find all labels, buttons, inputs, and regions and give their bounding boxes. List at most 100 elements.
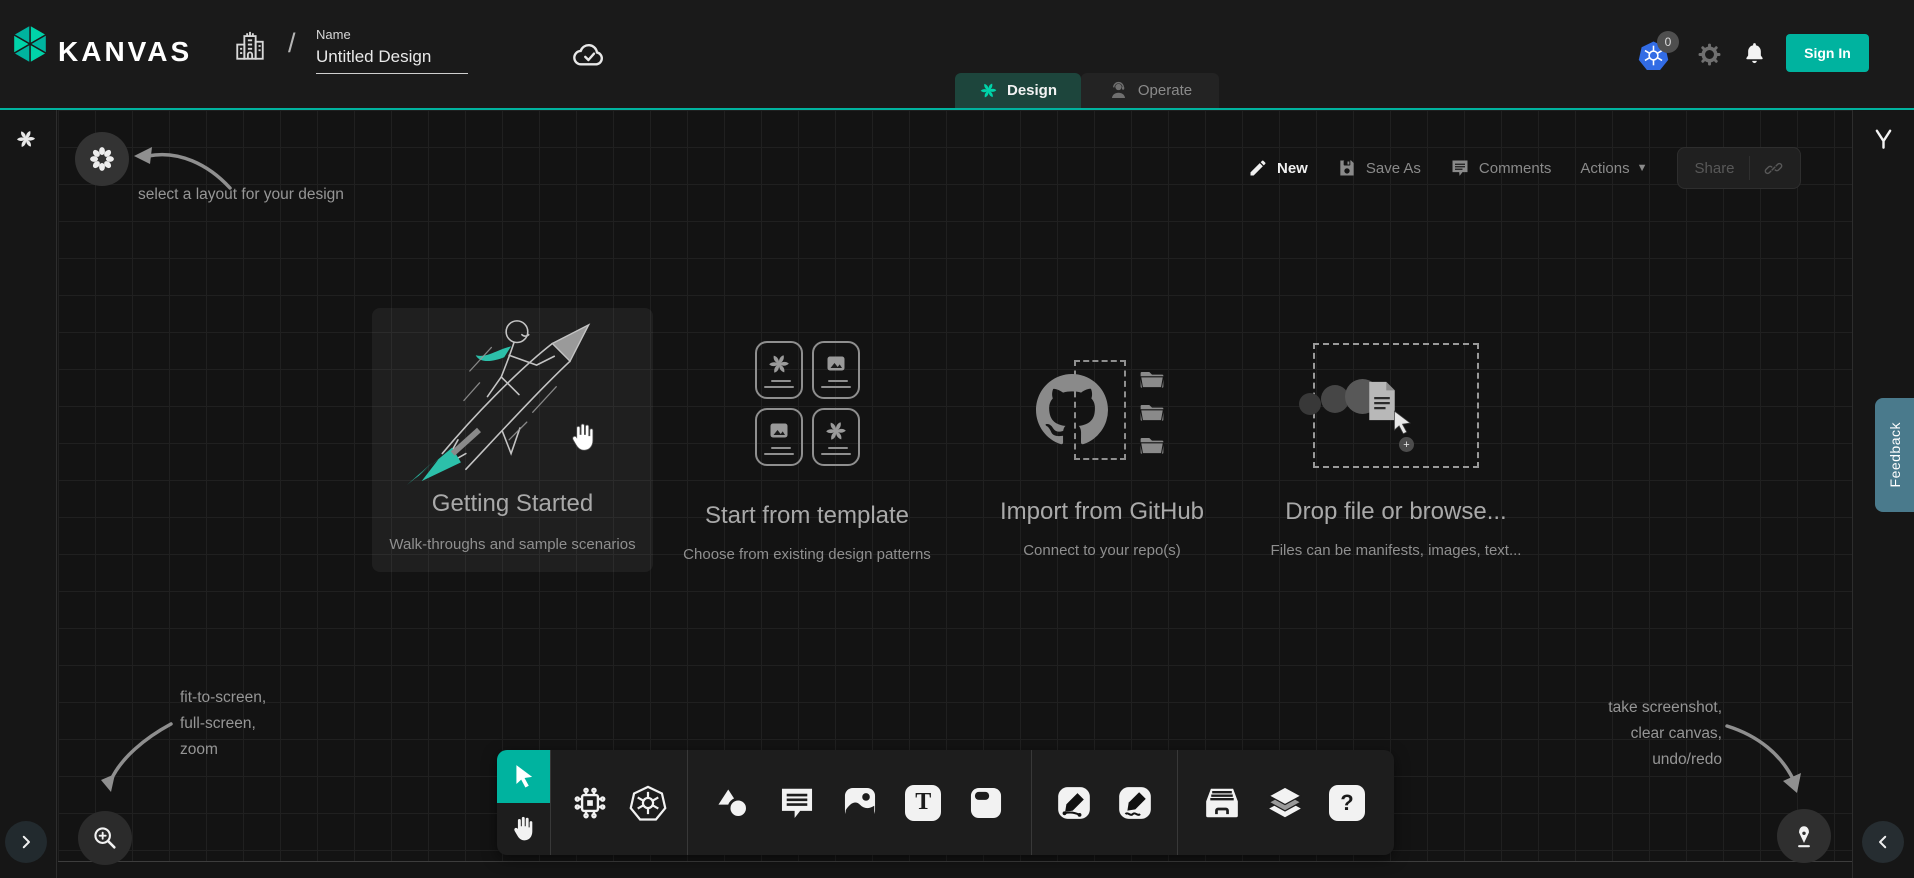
comment-tool-button[interactable] — [778, 784, 816, 822]
drop-subtitle: Files can be manifests, images, text... — [1271, 542, 1522, 559]
image-thumb-icon — [824, 352, 848, 376]
repo-folder-icon — [1136, 366, 1168, 392]
github-octocat-icon — [1036, 374, 1108, 446]
y-logo-icon[interactable] — [1869, 125, 1898, 157]
spiral-thumb-icon — [767, 352, 791, 376]
kubernetes-wheel-icon — [629, 784, 667, 822]
infra-tools-group — [550, 750, 687, 855]
bottom-right-hint: take screenshot, clear canvas, undo/redo — [1542, 695, 1722, 773]
sign-in-button[interactable]: Sign In — [1786, 34, 1869, 72]
component-tool-button[interactable] — [571, 784, 609, 822]
caret-down-icon: ▼ — [1637, 162, 1648, 174]
save-floppy-icon — [1337, 158, 1357, 178]
design-name-label: Name — [316, 27, 468, 42]
magnifier-plus-icon — [91, 824, 119, 852]
github-graphic — [1036, 360, 1168, 465]
hint-undo-redo: undo/redo — [1542, 747, 1722, 773]
component-chip-icon — [571, 784, 609, 822]
spiral-thumb-icon — [824, 419, 848, 443]
template-tile — [755, 408, 803, 466]
pen-path-icon — [1055, 784, 1093, 822]
plus-badge: + — [1399, 437, 1414, 452]
design-name-field: Name Untitled Design — [316, 27, 468, 74]
chevron-left-icon — [1874, 833, 1892, 851]
note-tool-button[interactable] — [967, 784, 1005, 822]
zoom-control-button[interactable] — [78, 811, 132, 865]
expand-left-panel-button[interactable] — [5, 821, 47, 863]
hand-pan-icon — [509, 814, 538, 843]
text-tool-button[interactable]: T — [905, 785, 941, 821]
save-as-label: Save As — [1366, 160, 1421, 177]
share-divider — [1749, 156, 1750, 180]
help-tool-button[interactable]: ? — [1329, 785, 1365, 821]
pencil-icon — [1248, 158, 1268, 178]
template-tile — [812, 408, 860, 466]
github-subtitle: Connect to your repo(s) — [1023, 542, 1181, 559]
new-label: New — [1277, 160, 1308, 177]
drop-zone-graphic: + — [1313, 343, 1479, 468]
card-import-github[interactable]: Import from GitHub Connect to your repo(… — [952, 360, 1252, 559]
draw-tools-group — [1031, 750, 1177, 855]
tab-design-label: Design — [1007, 82, 1057, 99]
kubernetes-count-badge: 0 — [1657, 31, 1679, 53]
new-button[interactable]: New — [1248, 158, 1308, 178]
organization-icon[interactable] — [233, 26, 267, 66]
shapes-tool-button[interactable] — [714, 784, 752, 822]
tab-operate-label: Operate — [1138, 82, 1192, 99]
kanvas-logo-icon[interactable] — [10, 24, 50, 64]
save-as-button[interactable]: Save As — [1337, 158, 1421, 178]
repo-folder-icon — [1136, 432, 1168, 458]
image-icon — [841, 784, 879, 822]
layout-hint-text: select a layout for your design — [138, 186, 468, 204]
template-subtitle: Choose from existing design patterns — [683, 546, 931, 563]
actions-dropdown[interactable]: Actions ▼ — [1580, 160, 1647, 177]
template-title: Start from template — [705, 502, 909, 530]
card-getting-started[interactable]: Getting Started Walk-throughs and sample… — [372, 308, 653, 572]
brand-name: KANVAS — [58, 36, 192, 68]
getting-started-title: Getting Started — [372, 490, 653, 518]
card-drop-file[interactable]: + Drop file or browse... Files can be ma… — [1231, 343, 1561, 559]
tab-operate[interactable]: Operate — [1081, 73, 1219, 108]
drawer-tool-button[interactable] — [1203, 784, 1241, 822]
shapes-icon — [714, 784, 752, 822]
canvas-top-accent — [0, 108, 1914, 110]
settings-gear-icon[interactable] — [1697, 42, 1722, 67]
mode-tabs: Design Operate — [955, 73, 1219, 108]
tab-design[interactable]: Design — [955, 73, 1081, 108]
collapse-right-panel-button[interactable] — [1862, 821, 1904, 863]
chevron-right-icon — [17, 833, 35, 851]
feedback-tab[interactable]: Feedback — [1875, 398, 1914, 512]
annotation-pen-button[interactable] — [1777, 809, 1831, 863]
layout-flower-icon — [88, 145, 116, 173]
card-start-from-template[interactable]: Start from template Choose from existing… — [657, 341, 957, 563]
kubernetes-tool-button[interactable] — [629, 784, 667, 822]
template-tile — [755, 341, 803, 399]
layers-tool-button[interactable] — [1266, 784, 1304, 822]
operate-headset-icon — [1108, 80, 1129, 101]
rocket-doodle-illustration — [400, 314, 630, 486]
design-canvas[interactable]: select a layout for your design New Save… — [58, 110, 1852, 862]
comments-icon — [1450, 158, 1470, 178]
sketch-tool-button[interactable] — [1116, 784, 1154, 822]
pen-nib-icon — [1791, 822, 1817, 850]
github-title: Import from GitHub — [1000, 498, 1204, 526]
pan-tool-button[interactable] — [497, 803, 550, 856]
comment-bubble-icon — [778, 784, 816, 822]
meshery-spiral-icon[interactable] — [15, 128, 37, 150]
hint-clear-canvas: clear canvas, — [1542, 721, 1722, 747]
getting-started-subtitle: Walk-throughs and sample scenarios — [372, 536, 653, 553]
image-tool-button[interactable] — [841, 784, 879, 822]
pen-tool-button[interactable] — [1055, 784, 1093, 822]
text-tool-glyph: T — [915, 789, 931, 816]
kanvas-app: KANVAS / Name Untitled Design 0 — [0, 0, 1914, 878]
comments-button[interactable]: Comments — [1450, 158, 1552, 178]
design-name-input[interactable]: Untitled Design — [316, 47, 468, 74]
template-thumbnails — [755, 341, 860, 466]
share-button[interactable]: Share — [1677, 147, 1801, 189]
left-rail — [0, 110, 57, 878]
select-tool-button[interactable] — [497, 750, 550, 803]
notifications-bell-icon[interactable] — [1742, 40, 1767, 66]
actions-label: Actions — [1580, 160, 1629, 177]
cursor-arrow-icon — [511, 763, 537, 789]
layout-selector-button[interactable] — [75, 132, 129, 186]
